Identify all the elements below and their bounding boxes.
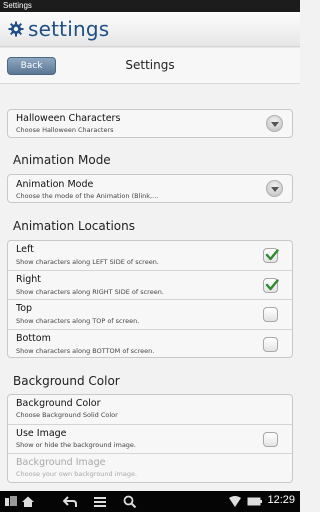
wifi-icon [229, 496, 241, 507]
background-color-setting[interactable]: Background Color Choose Background Solid… [8, 395, 292, 425]
row-subtitle: Choose Background Solid Color [16, 411, 118, 419]
use-image-checkbox[interactable] [263, 431, 278, 447]
home-icon[interactable] [21, 495, 35, 508]
row-title: Animation Mode [16, 179, 94, 190]
row-title: Top [16, 303, 33, 314]
row-subtitle: Show characters along RIGHT SIDE of scre… [16, 287, 164, 296]
chevron-down-icon[interactable] [266, 115, 283, 132]
row-subtitle: Choose Halloween Characters [16, 126, 114, 134]
gear-icon [8, 21, 24, 37]
background-group: Background Color Choose Background Solid… [7, 394, 293, 483]
row-subtitle: Show characters along BOTTOM of screen. [16, 346, 155, 355]
row-title: Use Image [16, 427, 67, 439]
location-left-setting[interactable]: Left Show characters along LEFT SIDE of … [8, 241, 292, 271]
chevron-down-icon[interactable] [266, 180, 283, 197]
checkmark-icon [265, 249, 279, 261]
section-title-background-color: Background Color [13, 374, 120, 388]
section-title-animation-mode: Animation Mode [13, 153, 111, 167]
row-title: Halloween Characters [16, 113, 121, 124]
section-title-animation-locations: Animation Locations [13, 219, 135, 233]
window-titlebar: Settings [0, 0, 300, 12]
battery-icon [247, 497, 262, 506]
row-title: Background Color [16, 398, 101, 409]
row-title: Right [16, 273, 42, 285]
bottom-checkbox[interactable] [263, 336, 278, 352]
right-checkbox[interactable] [263, 277, 279, 293]
location-bottom-setting[interactable]: Bottom Show characters along BOTTOM of s… [8, 330, 292, 358]
row-subtitle: Show characters along TOP of screen. [16, 317, 140, 325]
location-right-setting[interactable]: Right Show characters along RIGHT SIDE o… [8, 271, 292, 300]
use-image-setting[interactable]: Use Image Show or hide the background im… [8, 425, 292, 454]
app-bar: settings [0, 12, 300, 46]
locations-group: Left Show characters along LEFT SIDE of … [7, 240, 293, 358]
animation-mode-group: Animation Mode Choose the mode of the An… [7, 174, 293, 203]
back-button[interactable]: Back [7, 57, 56, 75]
row-subtitle: Show or hide the background image. [16, 440, 136, 449]
left-checkbox[interactable] [263, 248, 279, 263]
top-checkbox[interactable] [263, 307, 278, 322]
status-notification-icon [5, 496, 17, 506]
page-header: Settings Back [0, 48, 300, 84]
characters-group: Halloween Characters Choose Halloween Ch… [7, 109, 293, 138]
halloween-characters-setting[interactable]: Halloween Characters Choose Halloween Ch… [8, 110, 292, 137]
background-image-setting: Background Image Choose your own backgro… [8, 454, 292, 482]
search-icon[interactable] [123, 495, 137, 508]
clock: 12:29 [267, 494, 295, 506]
system-bar: 12:29 [0, 491, 300, 512]
location-top-setting[interactable]: Top Show characters along TOP of screen. [8, 300, 292, 330]
animation-mode-setting[interactable]: Animation Mode Choose the mode of the An… [8, 175, 292, 202]
row-subtitle: Choose the mode of the Animation (Blink,… [16, 192, 159, 200]
row-title: Background Image [16, 457, 106, 468]
row-subtitle: Choose your own background image. [16, 470, 138, 478]
row-subtitle: Show characters along LEFT SIDE of scree… [16, 258, 159, 266]
menu-icon[interactable] [93, 495, 107, 508]
row-title: Left [16, 244, 34, 255]
app-title: settings [28, 17, 110, 41]
row-title: Bottom [16, 332, 51, 344]
back-arrow-icon[interactable] [63, 495, 77, 508]
checkmark-icon [265, 278, 279, 290]
